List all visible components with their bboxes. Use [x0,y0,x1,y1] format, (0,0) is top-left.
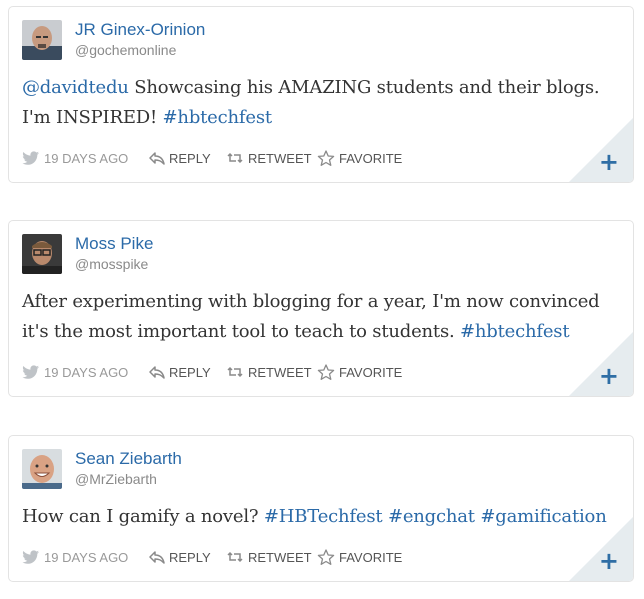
time-label: 19 DAYS AGO [44,150,129,166]
favorite-button[interactable]: FAVORITE [317,149,402,167]
timestamp[interactable]: 19 DAYS AGO [22,548,128,566]
reply-label: REPLY [169,150,211,166]
reply-button[interactable]: REPLY [149,363,211,381]
favorite-label: FAVORITE [339,549,403,565]
favorite-label: FAVORITE [339,364,403,380]
author-handle[interactable]: @mosspike [75,256,148,272]
expand-corner[interactable]: + [569,517,633,581]
tweet-card: Moss Pike @mosspike After experimenting … [8,220,634,397]
reply-label: REPLY [169,364,211,380]
favorite-label: FAVORITE [339,150,403,166]
expand-corner[interactable]: + [569,332,633,396]
reply-label: REPLY [169,549,211,565]
timestamp[interactable]: 19 DAYS AGO [22,363,128,381]
mention-link[interactable]: @davidtedu [22,77,129,98]
retweet-icon [227,366,243,378]
plus-icon[interactable]: + [599,364,619,388]
twitter-bird-icon [22,365,39,379]
author-name[interactable]: Sean Ziebarth [75,449,182,469]
avatar[interactable] [22,449,62,489]
retweet-icon [227,152,243,164]
reply-button[interactable]: REPLY [149,548,211,566]
retweet-label: RETWEET [248,364,312,380]
hashtag-link[interactable]: #hbtechfest [163,107,273,128]
tweet-text-segment: How can I gamify a novel? [22,506,264,527]
hashtag-link[interactable]: #engchat [388,506,475,527]
plus-icon[interactable]: + [599,549,619,573]
tweet-text: After experimenting with blogging for a … [22,287,622,347]
author-handle[interactable]: @gochemonline [75,42,176,58]
star-icon [317,548,335,565]
star-icon [317,363,335,380]
reply-icon [149,366,165,379]
avatar[interactable] [22,20,62,60]
time-label: 19 DAYS AGO [44,549,129,565]
timestamp[interactable]: 19 DAYS AGO [22,149,128,167]
author-name[interactable]: Moss Pike [75,234,153,254]
reply-button[interactable]: REPLY [149,149,211,167]
author-name[interactable]: JR Ginex-Orinion [75,20,205,40]
tweet-text: @davidtedu Showcasing his AMAZING studen… [22,73,622,133]
reply-icon [149,551,165,564]
avatar[interactable] [22,234,62,274]
retweet-button[interactable]: RETWEET [226,548,312,566]
plus-icon[interactable]: + [599,150,619,174]
time-label: 19 DAYS AGO [44,364,129,380]
reply-icon [149,152,165,165]
hashtag-link[interactable]: #hbtechfest [460,321,570,342]
tweet-card: JR Ginex-Orinion @gochemonline @davidted… [8,6,634,183]
hashtag-link[interactable]: #HBTechfest [264,506,383,527]
favorite-button[interactable]: FAVORITE [317,548,402,566]
expand-corner[interactable]: + [569,118,633,182]
tweet-card: Sean Ziebarth @MrZiebarth How can I gami… [8,435,634,582]
retweet-icon [227,551,243,563]
retweet-button[interactable]: RETWEET [226,149,312,167]
tweet-text: How can I gamify a novel? #HBTechfest #e… [22,502,622,532]
star-icon [317,149,335,166]
retweet-label: RETWEET [248,549,312,565]
favorite-button[interactable]: FAVORITE [317,363,402,381]
twitter-bird-icon [22,550,39,564]
retweet-label: RETWEET [248,150,312,166]
retweet-button[interactable]: RETWEET [226,363,312,381]
author-handle[interactable]: @MrZiebarth [75,471,157,487]
twitter-bird-icon [22,151,39,165]
